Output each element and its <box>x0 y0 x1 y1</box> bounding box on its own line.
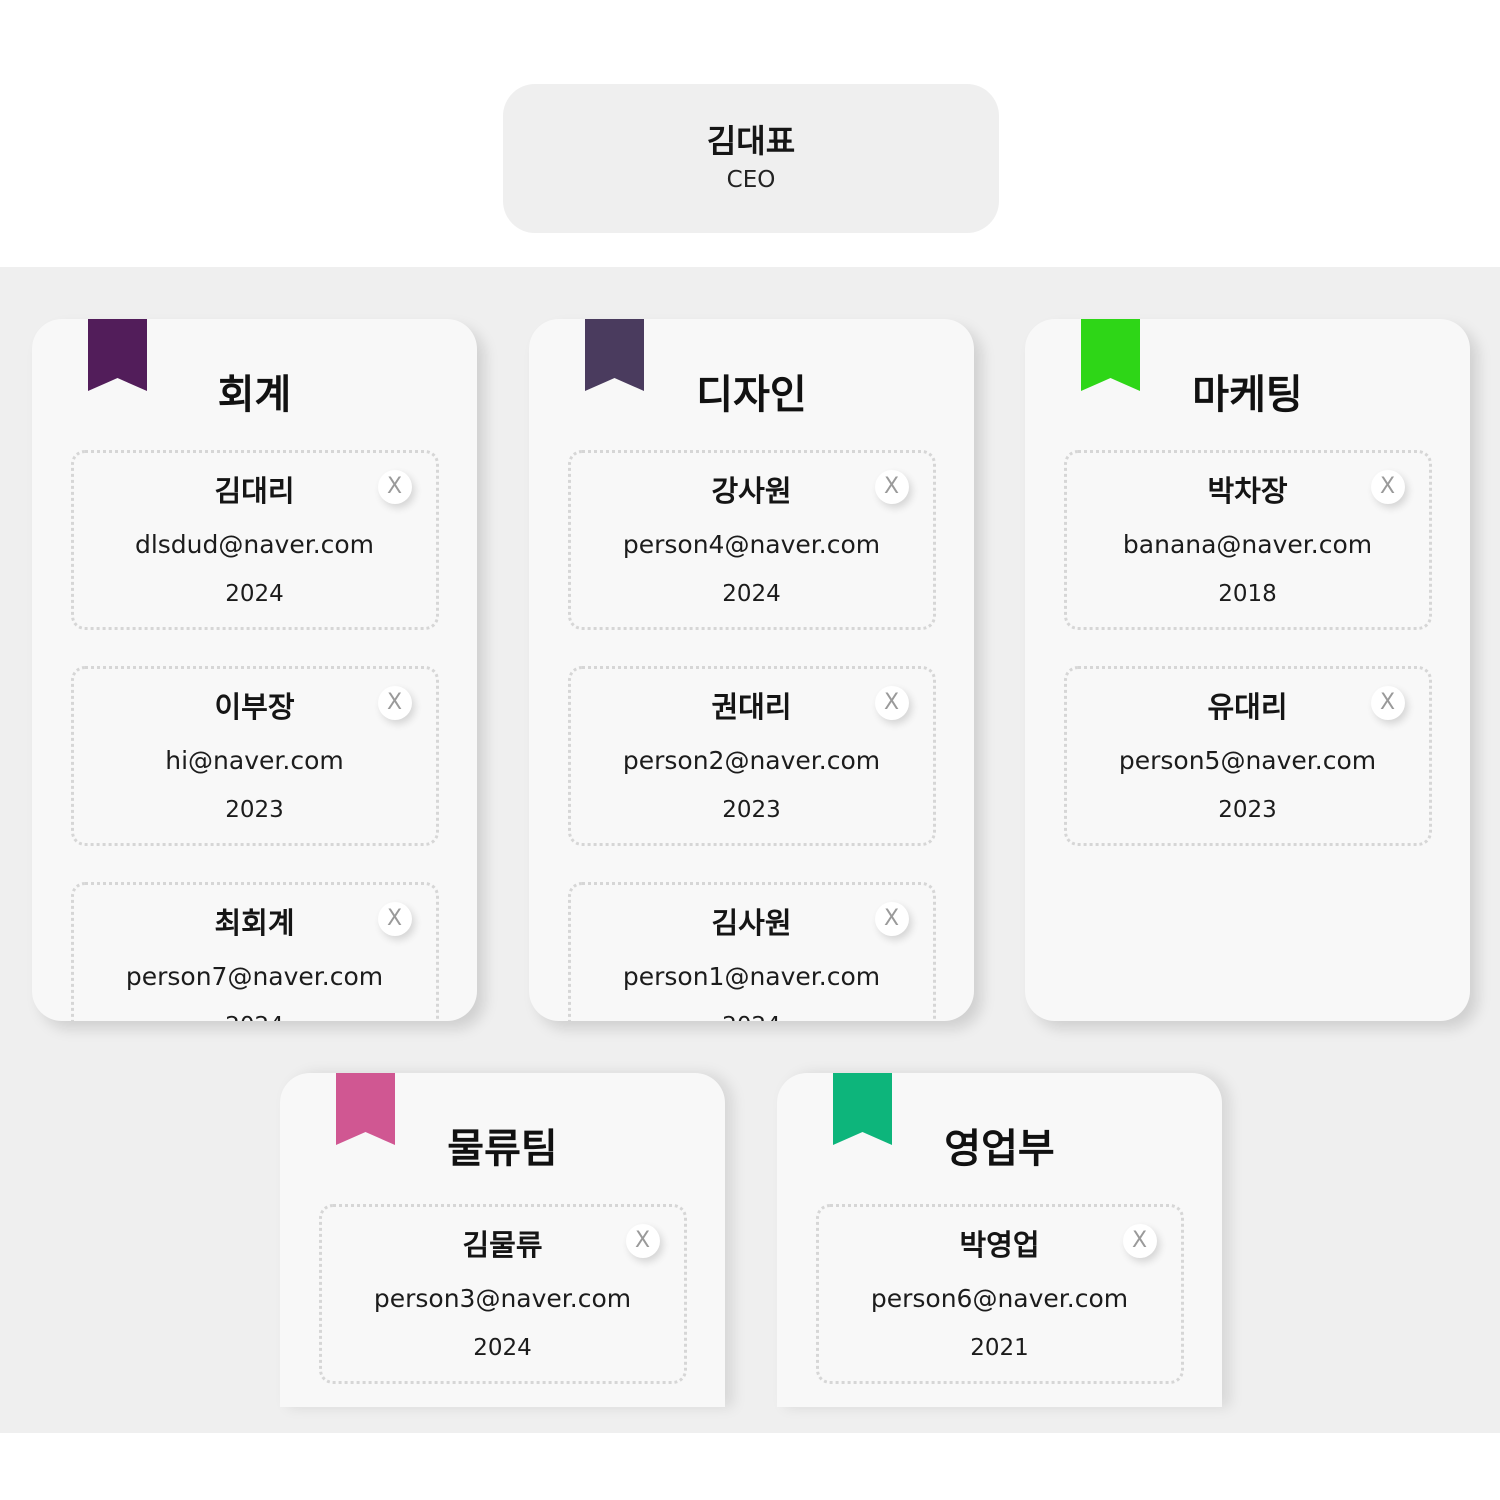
remove-member-button[interactable]: X <box>625 1224 660 1258</box>
department-title: 마케팅 <box>1192 372 1303 418</box>
remove-member-button[interactable]: X <box>874 470 909 504</box>
remove-member-button[interactable]: X <box>1122 1224 1157 1258</box>
org-chart-page: 김대표 CEO 회계 김대리 X dlsdud@naver.com 2024 이… <box>0 0 1500 1500</box>
ceo-title: CEO <box>726 167 776 193</box>
department-title: 물류팀 <box>447 1126 558 1172</box>
member-card[interactable]: 권대리 X person2@naver.com 2023 <box>567 666 936 846</box>
member-year: 2023 <box>1218 797 1277 823</box>
member-card[interactable]: 김사원 X person1@naver.com 2024 <box>567 882 936 1021</box>
member-list: 김물류 X person3@naver.com 2024 <box>280 1204 725 1407</box>
ceo-card[interactable]: 김대표 CEO <box>503 84 999 233</box>
member-email: person3@naver.com <box>373 1284 632 1313</box>
ceo-name: 김대표 <box>706 122 796 160</box>
member-card[interactable]: 박영업 X person6@naver.com 2021 <box>815 1204 1184 1384</box>
member-email: person7@naver.com <box>125 962 384 991</box>
department-card-marketing: 마케팅 박차장 X banana@naver.com 2018 유대리 X pe… <box>1025 319 1470 1021</box>
department-title: 디자인 <box>696 372 807 418</box>
remove-member-button[interactable]: X <box>1370 686 1405 720</box>
member-email: person4@naver.com <box>622 530 881 559</box>
remove-member-button[interactable]: X <box>874 686 909 720</box>
department-card-design: 디자인 강사원 X person4@naver.com 2024 권대리 X p… <box>529 319 974 1021</box>
remove-member-button[interactable]: X <box>377 686 412 720</box>
department-card-accounting: 회계 김대리 X dlsdud@naver.com 2024 이부장 X hi@… <box>32 319 477 1021</box>
member-year: 2024 <box>225 581 284 607</box>
remove-member-button[interactable]: X <box>377 470 412 504</box>
member-card[interactable]: 김물류 X person3@naver.com 2024 <box>318 1204 687 1384</box>
department-card-logistics: 물류팀 김물류 X person3@naver.com 2024 <box>280 1073 725 1407</box>
department-title: 영업부 <box>944 1126 1055 1172</box>
department-card-sales: 영업부 박영업 X person6@naver.com 2021 <box>777 1073 1222 1407</box>
member-card[interactable]: 유대리 X person5@naver.com 2023 <box>1063 666 1432 846</box>
member-year: 2024 <box>722 581 781 607</box>
member-year: 2023 <box>225 797 284 823</box>
member-list: 강사원 X person4@naver.com 2024 권대리 X perso… <box>529 450 974 1021</box>
member-email: person5@naver.com <box>1118 746 1377 775</box>
member-email: person6@naver.com <box>870 1284 1129 1313</box>
member-list: 김대리 X dlsdud@naver.com 2024 이부장 X hi@nav… <box>32 450 477 1021</box>
member-card[interactable]: 이부장 X hi@naver.com 2023 <box>70 666 439 846</box>
member-email: hi@naver.com <box>165 746 344 775</box>
member-year: 2024 <box>571 1011 933 1021</box>
member-card[interactable]: 박차장 X banana@naver.com 2018 <box>1063 450 1432 630</box>
member-card[interactable]: 김대리 X dlsdud@naver.com 2024 <box>70 450 439 630</box>
member-email: dlsdud@naver.com <box>134 530 375 559</box>
member-year: 2018 <box>1218 581 1277 607</box>
member-year: 2024 <box>473 1335 532 1361</box>
member-year: 2021 <box>970 1335 1029 1361</box>
department-board: 회계 김대리 X dlsdud@naver.com 2024 이부장 X hi@… <box>0 267 1500 1433</box>
department-title: 회계 <box>217 372 292 418</box>
member-email: person1@naver.com <box>622 962 881 991</box>
member-email: banana@naver.com <box>1122 530 1373 559</box>
member-card[interactable]: 최회계 X person7@naver.com 2024 <box>70 882 439 1021</box>
remove-member-button[interactable]: X <box>377 902 412 936</box>
member-email: person2@naver.com <box>622 746 881 775</box>
remove-member-button[interactable]: X <box>1370 470 1405 504</box>
member-card[interactable]: 강사원 X person4@naver.com 2024 <box>567 450 936 630</box>
member-year: 2024 <box>74 1011 436 1021</box>
member-list: 박차장 X banana@naver.com 2018 유대리 X person… <box>1025 450 1470 1021</box>
member-year: 2023 <box>722 797 781 823</box>
member-list: 박영업 X person6@naver.com 2021 <box>777 1204 1222 1407</box>
remove-member-button[interactable]: X <box>874 902 909 936</box>
